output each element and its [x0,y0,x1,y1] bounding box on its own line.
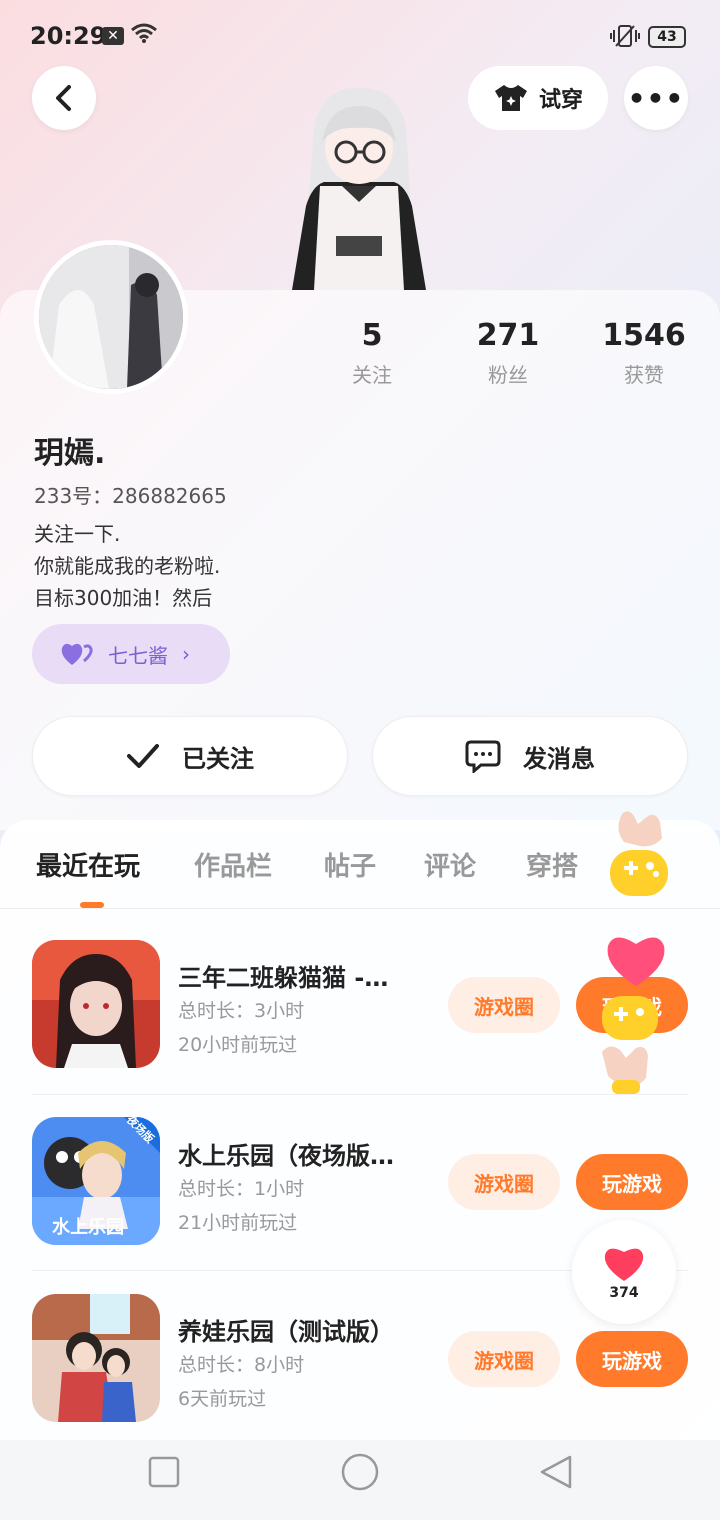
home-icon[interactable] [340,1452,380,1492]
game-duration: 总时长：3小时 [178,1000,305,1022]
more-icon: ••• [627,81,685,115]
game-title[interactable]: 水上乐园（夜场版… [178,1136,438,1171]
tab-recently-played[interactable]: 最近在玩 [36,846,140,883]
vibrate-icon [610,24,640,54]
stat-likes[interactable]: 1546 获赞 [584,318,704,388]
chat-icon [465,740,501,773]
wifi-icon [130,22,158,50]
heart-icon [604,1248,644,1281]
message-button[interactable]: 发消息 [372,716,688,796]
chevron-right-icon: › [182,642,190,666]
play-game-button[interactable]: 玩游戏 [576,1331,688,1387]
bio-line: 你就能成我的老粉啦. [34,554,221,578]
game-duration: 总时长：8小时 [178,1354,305,1376]
followers-count: 271 [476,318,540,353]
double-heart-icon [61,643,93,665]
tab-comments[interactable]: 评论 [424,846,476,883]
divider [32,1094,688,1095]
game-icon[interactable]: 夜场版 水上乐园 [32,1117,160,1245]
like-count: 374 [609,1285,639,1301]
notification-icon: ✕ [102,27,124,45]
stat-followers[interactable]: 271 粉丝 [448,318,568,388]
stat-following[interactable]: 5 关注 [312,318,432,388]
followers-label: 粉丝 [488,363,528,387]
fan-tag-label: 七七酱 [108,643,168,668]
following-count: 5 [361,318,383,353]
tab-works[interactable]: 作品栏 [194,846,272,883]
profile-bio: 关注一下. 你就能成我的老粉啦. 目标300加油！然后 [34,518,220,614]
profile-name: 玥嫣. [34,436,106,471]
bio-line: 目标300加油！然后 [34,586,213,610]
back-button[interactable] [32,66,96,130]
back-nav-icon[interactable] [538,1454,574,1490]
tshirt-icon [494,85,527,111]
divider [0,908,720,909]
tab-outfits[interactable]: 穿搭 [526,846,578,883]
tab-posts[interactable]: 帖子 [324,846,376,883]
likes-count: 1546 [602,318,686,353]
game-last-played: 6天前玩过 [178,1388,267,1410]
avatar[interactable] [34,240,188,394]
try-on-label: 试穿 [538,88,583,113]
battery-icon: 43 [648,26,686,48]
game-circle-button[interactable]: 游戏圈 [448,1331,560,1387]
followed-button[interactable]: 已关注 [32,716,348,796]
message-label: 发消息 [523,744,595,773]
status-time: 20:29 [30,22,107,50]
game-circle-button[interactable]: 游戏圈 [448,1154,560,1210]
game-last-played: 21小时前玩过 [178,1212,298,1234]
chevron-left-icon [56,85,71,111]
heart-decoration-icon [602,937,665,1094]
try-on-button[interactable]: 试穿 [468,66,608,130]
likes-label: 获赞 [624,363,664,387]
game-circle-button[interactable]: 游戏圈 [448,977,560,1033]
check-icon [127,744,159,768]
avatar-figure[interactable] [284,86,434,290]
like-float-button[interactable]: 374 [572,1220,676,1324]
bio-line: 关注一下. [34,522,121,546]
recent-apps-icon[interactable] [148,1456,180,1488]
game-duration: 总时长：1小时 [178,1178,305,1200]
more-button[interactable]: ••• [624,66,688,130]
game-last-played: 20小时前玩过 [178,1034,298,1056]
play-game-button[interactable]: 玩游戏 [576,1154,688,1210]
following-label: 关注 [352,363,392,387]
followed-label: 已关注 [182,744,254,773]
icon-caption: 水上乐园 [52,1217,124,1238]
game-icon[interactable] [32,940,160,1068]
profile-uid[interactable]: 233号：286882665 [34,480,227,509]
game-title[interactable]: 养娃乐园（测试版） [178,1312,438,1347]
game-controller-icon [610,811,668,896]
game-title[interactable]: 三年二班躲猫猫 -… [178,958,438,993]
fan-tag-pill[interactable]: 七七酱 › [32,624,230,684]
game-icon[interactable] [32,1294,160,1422]
